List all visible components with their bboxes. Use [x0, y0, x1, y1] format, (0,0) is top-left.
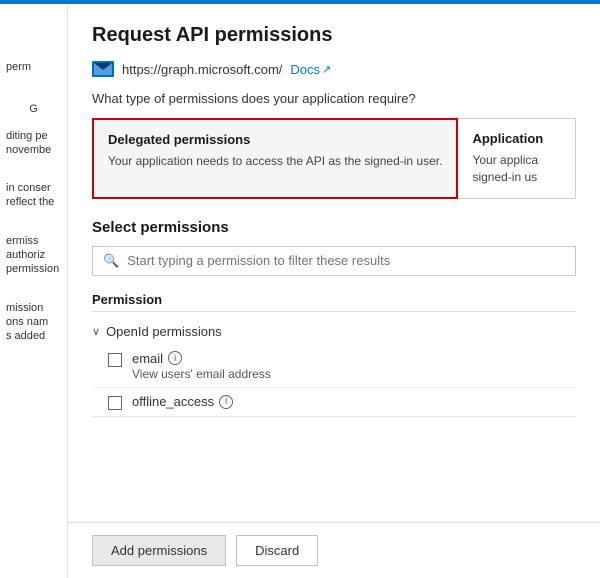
page-title: Request API permissions [92, 24, 576, 47]
sidebar-section-5: mission ons nam s added [0, 301, 67, 344]
sidebar-section-2: diting pe novembe [0, 129, 67, 158]
sidebar-text-november: novembe [6, 143, 51, 157]
openid-group-label: OpenId permissions [106, 324, 222, 339]
sidebar-icon-row: G [27, 98, 40, 120]
sidebar-text-sadded: s added [6, 329, 45, 343]
offline-access-permission-item: offline_access i [92, 388, 576, 417]
application-card-desc: Your applica signed-in us [472, 152, 561, 186]
delegated-card-title: Delegated permissions [108, 132, 442, 147]
application-permissions-card[interactable]: Application Your applica signed-in us [458, 118, 576, 199]
offline-name-row: offline_access i [132, 394, 233, 409]
email-name-row: email i [132, 351, 271, 366]
offline-access-checkbox[interactable] [108, 396, 122, 410]
permission-type-question: What type of permissions does your appli… [92, 91, 576, 106]
permission-search-input[interactable] [127, 253, 565, 268]
offline-info-icon[interactable]: i [219, 395, 233, 409]
docs-link[interactable]: Docs ↗ [290, 62, 331, 77]
offline-access-details: offline_access i [132, 394, 233, 409]
api-url-text: https://graph.microsoft.com/ [122, 62, 282, 77]
search-icon: 🔍 [103, 253, 119, 269]
email-permission-item: email i View users' email address [92, 345, 576, 388]
openid-group-header[interactable]: ∨ OpenId permissions [92, 318, 576, 345]
sidebar-section-4: ermiss authoriz permission [0, 234, 67, 277]
application-card-title: Application [472, 131, 561, 146]
delegated-permissions-card[interactable]: Delegated permissions Your application n… [92, 118, 458, 199]
offline-access-name: offline_access [132, 394, 214, 409]
permission-column-header: Permission [92, 288, 576, 312]
api-url-row: https://graph.microsoft.com/ Docs ↗ [92, 61, 576, 77]
permission-search-box[interactable]: 🔍 [92, 246, 576, 276]
delegated-card-desc: Your application needs to access the API… [108, 153, 442, 170]
email-permission-desc: View users' email address [132, 367, 271, 381]
sidebar-text-g: G [29, 102, 38, 116]
email-info-icon[interactable]: i [168, 351, 182, 365]
sidebar-text-ermiss: ermiss [6, 234, 38, 248]
permission-cards: Delegated permissions Your application n… [92, 118, 576, 199]
sidebar: perm G diting pe novembe in conser refle… [0, 0, 68, 578]
main-content: Request API permissions https://graph.mi… [68, 0, 600, 578]
sidebar-section-1: perm [0, 60, 67, 74]
sidebar-text-perm: perm [6, 60, 31, 74]
select-permissions-title: Select permissions [92, 219, 576, 236]
email-permission-name: email [132, 351, 163, 366]
sidebar-section-3: in conser reflect the [0, 181, 67, 210]
action-bar: Add permissions Discard [68, 522, 600, 578]
sidebar-text-consent: in conser reflect the [6, 181, 61, 210]
sidebar-text-authoriz: authoriz permission [6, 248, 61, 277]
email-permission-details: email i View users' email address [132, 351, 271, 381]
openid-permissions-group: ∨ OpenId permissions email i View users'… [92, 318, 576, 417]
docs-label: Docs [290, 62, 320, 77]
external-link-icon: ↗ [322, 63, 331, 76]
email-permission-checkbox[interactable] [108, 353, 122, 367]
sidebar-text-editing: diting pe [6, 129, 48, 143]
add-permissions-button[interactable]: Add permissions [92, 535, 226, 566]
microsoft-graph-icon [92, 61, 114, 77]
sidebar-text-onsnam: ons nam [6, 315, 48, 329]
discard-button[interactable]: Discard [236, 535, 318, 566]
group-chevron-icon: ∨ [92, 325, 100, 338]
sidebar-text-mission: mission [6, 301, 43, 315]
